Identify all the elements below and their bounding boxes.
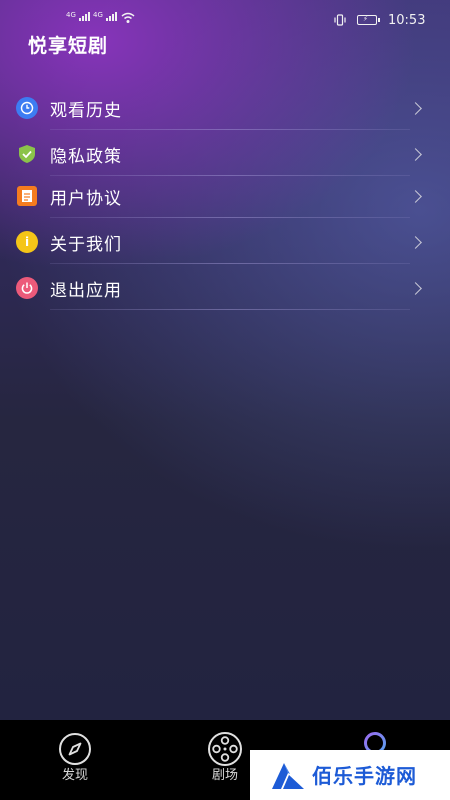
clock-icon	[16, 97, 38, 119]
divider	[50, 263, 410, 264]
menu-item-label: 用户协议	[50, 188, 122, 209]
chevron-right-icon	[409, 147, 422, 161]
status-time: 10:53	[388, 13, 426, 28]
menu-item-label: 观看历史	[50, 100, 122, 121]
chevron-right-icon	[409, 101, 422, 115]
tab-label: 发现	[61, 768, 88, 783]
compass-icon	[59, 733, 91, 765]
app-title: 悦享短剧	[28, 35, 109, 57]
menu-item-watch-history[interactable]: 观看历史	[0, 86, 450, 130]
network-type-label: 4G	[66, 11, 76, 19]
watermark-text: 佰乐手游网	[312, 764, 417, 788]
divider	[50, 129, 410, 130]
wifi-icon	[121, 12, 135, 23]
menu-item-label: 隐私政策	[50, 146, 122, 167]
profile-screen: 4G 4G ⚡ 10:53 悦享短剧 观看历史 隐私政策 用户协议 i 关于我们…	[0, 0, 450, 720]
menu-item-about-us[interactable]: i 关于我们	[0, 220, 450, 264]
menu-item-label: 关于我们	[50, 234, 122, 255]
divider	[50, 309, 410, 310]
network-type-label: 4G	[93, 11, 103, 19]
menu-item-exit-app[interactable]: 退出应用	[0, 266, 450, 310]
signal-icon: 4G	[66, 12, 90, 21]
watermark-logo-icon	[272, 763, 304, 789]
menu-item-privacy-policy[interactable]: 隐私政策	[0, 132, 450, 176]
chevron-right-icon	[409, 281, 422, 295]
shield-check-icon	[16, 143, 38, 165]
chevron-right-icon	[409, 189, 422, 203]
divider	[50, 217, 410, 218]
menu-item-label: 退出应用	[50, 280, 122, 301]
signal-icon: 4G	[93, 12, 117, 21]
info-icon: i	[16, 231, 38, 253]
chevron-right-icon	[409, 235, 422, 249]
document-icon	[17, 186, 37, 206]
watermark-overlay: 佰乐手游网	[250, 750, 450, 800]
vibrate-icon	[334, 14, 346, 26]
tab-discover[interactable]: 发现	[25, 720, 125, 800]
power-icon	[16, 277, 38, 299]
battery-icon: ⚡	[357, 15, 380, 25]
menu-item-user-agreement[interactable]: 用户协议	[0, 174, 450, 218]
film-reel-icon	[208, 732, 242, 766]
